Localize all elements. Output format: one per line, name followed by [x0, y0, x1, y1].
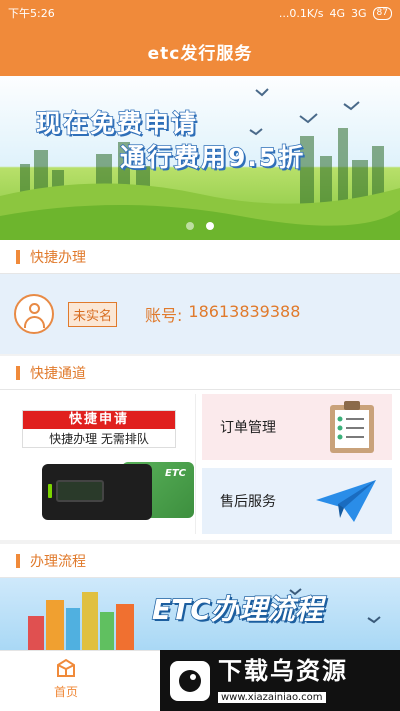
section-accent-bar [16, 365, 20, 380]
carousel-dot-active[interactable] [206, 222, 214, 230]
net-speed: ...0.1K/s [278, 6, 324, 20]
status-right: ...0.1K/s 4G 3G 87 [278, 6, 392, 20]
after-sales-label: 售后服务 [220, 494, 276, 510]
section-quick-channel: 快捷通道 [0, 356, 400, 390]
verification-badge[interactable]: 未实名 [68, 301, 118, 327]
channel-grid: 快捷申请 快捷办理 无需排队 ETC 订单管理 售后服务 [0, 390, 400, 540]
order-management-tile[interactable]: 订单管理 [202, 394, 392, 460]
status-time: 下午5:26 [8, 7, 55, 20]
account-info: 账号: 18613839388 [145, 302, 300, 326]
signal-4g: 4G [329, 6, 346, 20]
top-bar: 下午5:26 ...0.1K/s 4G 3G 87 etc发行服务 [0, 0, 400, 76]
etc-card-brand: ETC [165, 468, 186, 479]
watermark: 下载乌资源 www.xiazainiao.com [160, 650, 400, 711]
section-title: 快捷通道 [30, 365, 86, 382]
after-sales-tile[interactable]: 售后服务 [202, 468, 392, 534]
banner-headline: 现在免费申请 [35, 108, 199, 139]
watermark-url: www.xiazainiao.com [218, 692, 326, 703]
apply-subtitle: 快捷办理 无需排队 [49, 432, 149, 446]
process-banner[interactable]: ETC办理流程 [0, 578, 400, 650]
section-title: 办理流程 [30, 553, 86, 570]
section-title: 快捷办理 [30, 249, 86, 266]
avatar-head [29, 303, 40, 314]
carousel-dots [0, 222, 400, 230]
home-box-icon [57, 658, 75, 677]
battery-icon: 87 [372, 6, 392, 20]
clipboard-icon [330, 401, 374, 453]
avatar-icon [14, 294, 54, 334]
apply-title: 快捷申请 [23, 411, 175, 429]
device-screen [56, 480, 104, 502]
section-accent-bar [16, 553, 20, 568]
section-process: 办理流程 [0, 544, 400, 578]
status-bar: 下午5:26 ...0.1K/s 4G 3G 87 [0, 0, 400, 26]
etc-device-image [42, 464, 152, 520]
nav-home-label: 首页 [53, 685, 78, 699]
order-management-label: 订单管理 [220, 420, 276, 436]
nav-home[interactable]: 首页 [36, 657, 96, 700]
banner-subheadline: 通行费用9.5折 [119, 142, 306, 173]
section-quick-handle: 快捷办理 [0, 240, 400, 274]
carousel-dot[interactable] [186, 222, 194, 230]
signal-3g: 3G [351, 6, 367, 20]
promo-banner[interactable]: 现在免费申请 通行费用9.5折 [0, 76, 400, 240]
avatar-body [24, 316, 45, 328]
apply-banner: 快捷申请 快捷办理 无需排队 [22, 410, 176, 448]
account-card[interactable]: 未实名 账号: 18613839388 [0, 274, 400, 354]
account-label: 账号: [145, 306, 183, 325]
account-number: 18613839388 [188, 302, 301, 321]
quick-apply-card[interactable]: 快捷申请 快捷办理 无需排队 ETC [2, 394, 196, 534]
page-title: etc发行服务 [147, 43, 253, 64]
watermark-logo [170, 660, 210, 701]
section-accent-bar [16, 249, 20, 264]
process-title: ETC办理流程 [151, 592, 323, 627]
watermark-title: 下载乌资源 [218, 657, 348, 685]
app-root: 下午5:26 ...0.1K/s 4G 3G 87 etc发行服务 现在免费申请… [0, 0, 400, 711]
device-light [48, 484, 52, 498]
paper-plane-icon [316, 480, 376, 522]
watermark-text: 下载乌资源 www.xiazainiao.com [218, 657, 348, 704]
